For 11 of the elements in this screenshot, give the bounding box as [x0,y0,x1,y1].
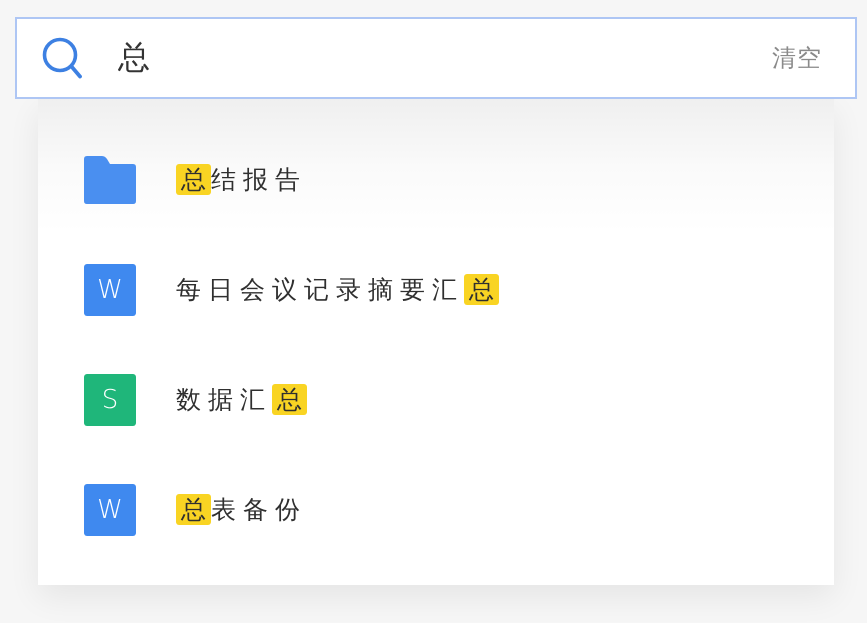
document-icon: W [84,264,136,316]
spreadsheet-icon: S [84,374,136,426]
document-icon: W [84,484,136,536]
search-icon [42,37,82,79]
file-name[interactable]: 数据汇 总 [176,383,307,417]
file-name[interactable]: 总 表备份 [176,493,307,527]
search-field[interactable]: 总 [118,36,772,80]
search-box[interactable]: 总 清空 [15,17,857,99]
folder-icon [84,156,136,204]
file-name[interactable]: 每日会议记录摘要汇 总 [176,273,499,307]
file-name[interactable]: 总 结报告 [176,163,307,197]
